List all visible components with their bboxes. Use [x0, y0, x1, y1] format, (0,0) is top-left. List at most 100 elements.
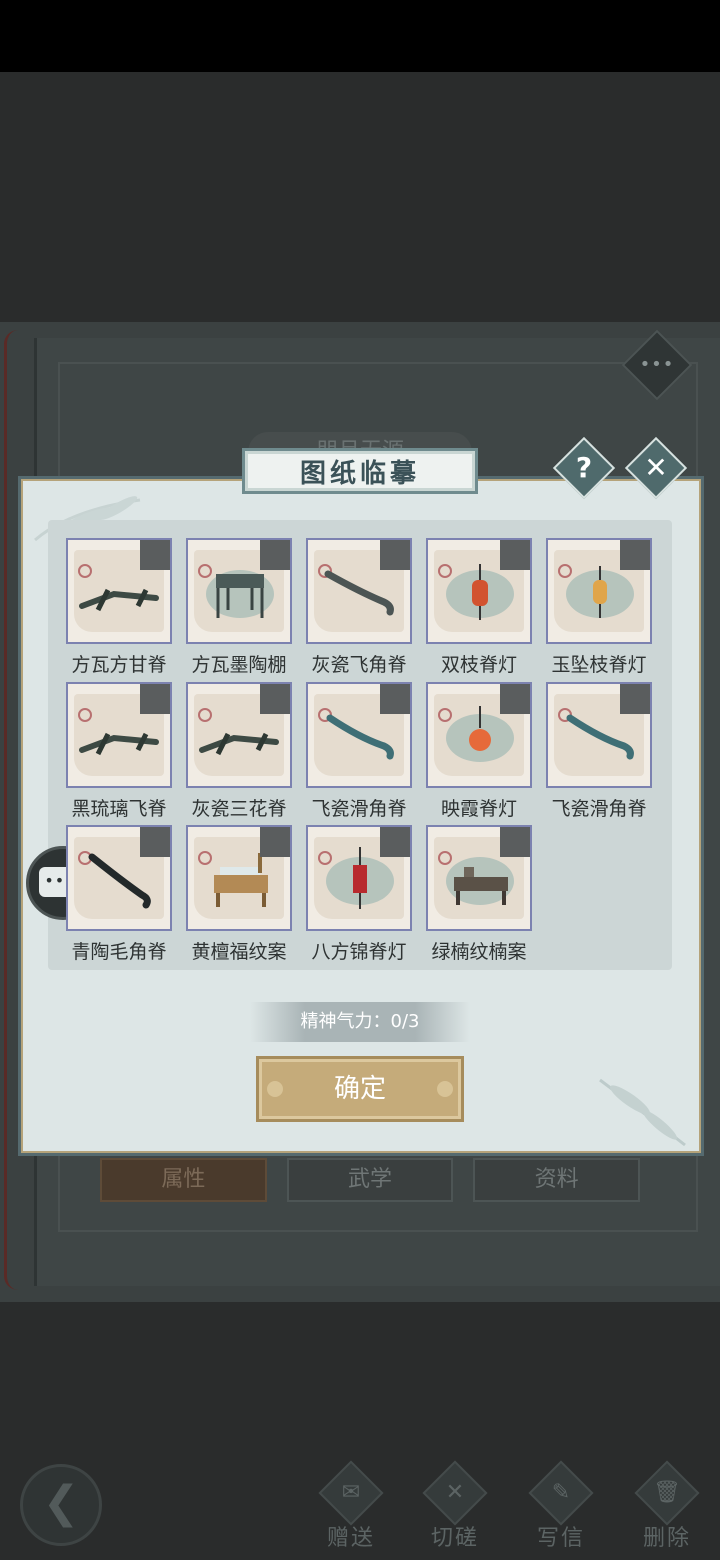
blueprint-item[interactable]: 八方锦脊灯	[306, 825, 412, 963]
blueprint-image	[428, 827, 530, 929]
blueprint-name: 映霞脊灯	[440, 798, 517, 820]
blueprint-item[interactable]: 灰瓷三花脊	[186, 682, 292, 820]
tab-profile[interactable]: 资料	[473, 1158, 641, 1202]
blueprint-image	[308, 827, 410, 929]
blueprint-image	[188, 540, 290, 642]
action-scroll-button[interactable]: ✉ 赠送	[306, 1460, 396, 1554]
blueprint-name: 方瓦方甘脊	[71, 654, 167, 676]
blueprint-name: 双枝脊灯	[440, 654, 517, 676]
letter-icon: ✎	[528, 1460, 594, 1526]
blueprint-item[interactable]: 绿楠纹楠案	[426, 825, 532, 963]
select-checkbox[interactable]	[500, 827, 530, 857]
blueprint-image	[428, 540, 530, 642]
select-checkbox[interactable]	[620, 684, 650, 714]
select-checkbox[interactable]	[140, 684, 170, 714]
blueprint-item[interactable]: 飞瓷滑角脊	[306, 682, 412, 820]
blueprint-card[interactable]	[186, 538, 292, 644]
select-checkbox[interactable]	[380, 684, 410, 714]
blueprint-card[interactable]	[306, 682, 412, 788]
blueprint-item[interactable]: 灰瓷飞角脊	[306, 538, 412, 676]
blueprint-card[interactable]	[186, 682, 292, 788]
blueprint-card[interactable]	[306, 825, 412, 931]
action-label: 删除	[642, 1526, 691, 1551]
blueprint-image	[548, 684, 650, 786]
dialog-title-plate: 图纸临摹	[242, 448, 478, 494]
blueprint-name: 灰瓷三花脊	[191, 798, 287, 820]
flower-ornament-icon	[267, 1081, 283, 1097]
action-label: 写信	[536, 1526, 585, 1551]
select-checkbox[interactable]	[380, 540, 410, 570]
confirm-label: 确定	[333, 1074, 386, 1104]
select-checkbox[interactable]	[260, 540, 290, 570]
bamboo-leaf-decoration	[599, 1078, 686, 1147]
blueprint-card[interactable]	[426, 682, 532, 788]
blueprint-card[interactable]	[306, 538, 412, 644]
blueprint-item[interactable]: 玉坠枝脊灯	[546, 538, 652, 676]
select-checkbox[interactable]	[140, 827, 170, 857]
blueprint-name: 灰瓷飞角脊	[311, 654, 407, 676]
blueprint-item[interactable]: 双枝脊灯	[426, 538, 532, 676]
background-tabs: 属性 武学 资料	[100, 1158, 641, 1202]
select-checkbox[interactable]	[500, 684, 530, 714]
blueprint-item[interactable]: 映霞脊灯	[426, 682, 532, 820]
select-checkbox[interactable]	[140, 540, 170, 570]
blueprint-image	[68, 827, 170, 929]
blueprint-item[interactable]: 黄檀福纹案	[186, 825, 292, 963]
stamina-indicator: 精神气力：0/3	[250, 1002, 470, 1042]
scroll-icon: ✉	[318, 1460, 384, 1526]
select-checkbox[interactable]	[620, 540, 650, 570]
blueprint-name: 黄檀福纹案	[191, 941, 287, 963]
select-checkbox[interactable]	[380, 827, 410, 857]
blueprint-name: 青陶毛角脊	[71, 941, 167, 963]
status-bar	[0, 0, 720, 72]
blueprint-card[interactable]	[66, 682, 172, 788]
blueprint-card[interactable]	[66, 825, 172, 931]
action-label: 赠送	[326, 1526, 375, 1551]
blueprint-card[interactable]	[186, 825, 292, 931]
tab-martial-arts[interactable]: 武学	[286, 1158, 454, 1202]
blueprint-image	[308, 684, 410, 786]
blueprint-name: 八方锦脊灯	[311, 941, 407, 963]
blueprint-item[interactable]: 方瓦墨陶棚	[186, 538, 292, 676]
flower-ornament-icon	[437, 1081, 453, 1097]
action-sword-button[interactable]: ✕ 切磋	[410, 1460, 500, 1554]
blueprint-name: 飞瓷滑角脊	[311, 798, 407, 820]
blueprint-card[interactable]	[426, 825, 532, 931]
blueprint-name: 方瓦墨陶棚	[191, 654, 287, 676]
confirm-button[interactable]: 确定	[256, 1056, 464, 1122]
blueprint-image	[68, 540, 170, 642]
blueprint-image	[548, 540, 650, 642]
blueprint-item[interactable]: 方瓦方甘脊	[66, 538, 172, 676]
blueprint-name: 玉坠枝脊灯	[551, 654, 647, 676]
blueprint-card[interactable]	[546, 538, 652, 644]
select-checkbox[interactable]	[260, 827, 290, 857]
blueprint-name: 绿楠纹楠案	[431, 941, 527, 963]
blueprint-image	[188, 827, 290, 929]
trash-icon: 🗑	[634, 1460, 700, 1526]
book-ribbon	[4, 330, 18, 1290]
blueprint-name: 飞瓷滑角脊	[551, 798, 647, 820]
action-label: 切磋	[430, 1526, 479, 1551]
select-checkbox[interactable]	[260, 684, 290, 714]
more-dots-icon: •••	[639, 354, 675, 375]
blueprint-card[interactable]	[546, 682, 652, 788]
sword-icon: ✕	[422, 1460, 488, 1526]
select-checkbox[interactable]	[500, 540, 530, 570]
dialog-title: 图纸临摹	[299, 458, 420, 489]
tab-attributes[interactable]: 属性	[100, 1158, 267, 1202]
action-letter-button[interactable]: ✎ 写信	[516, 1460, 606, 1554]
blueprint-name: 黑琉璃飞脊	[71, 798, 167, 820]
blueprint-card[interactable]	[66, 538, 172, 644]
blueprint-item[interactable]: 黑琉璃飞脊	[66, 682, 172, 820]
blueprint-item[interactable]: 飞瓷滑角脊	[546, 682, 652, 820]
question-icon: ?	[575, 451, 593, 484]
back-button[interactable]: ❮	[20, 1464, 102, 1546]
blueprint-card[interactable]	[426, 538, 532, 644]
action-trash-button[interactable]: 🗑 删除	[622, 1460, 712, 1554]
blueprint-image	[188, 684, 290, 786]
blueprint-image	[428, 684, 530, 786]
blueprint-image	[68, 684, 170, 786]
blueprint-item[interactable]: 青陶毛角脊	[66, 825, 172, 963]
blueprint-image	[308, 540, 410, 642]
close-icon: ✕	[644, 451, 668, 484]
